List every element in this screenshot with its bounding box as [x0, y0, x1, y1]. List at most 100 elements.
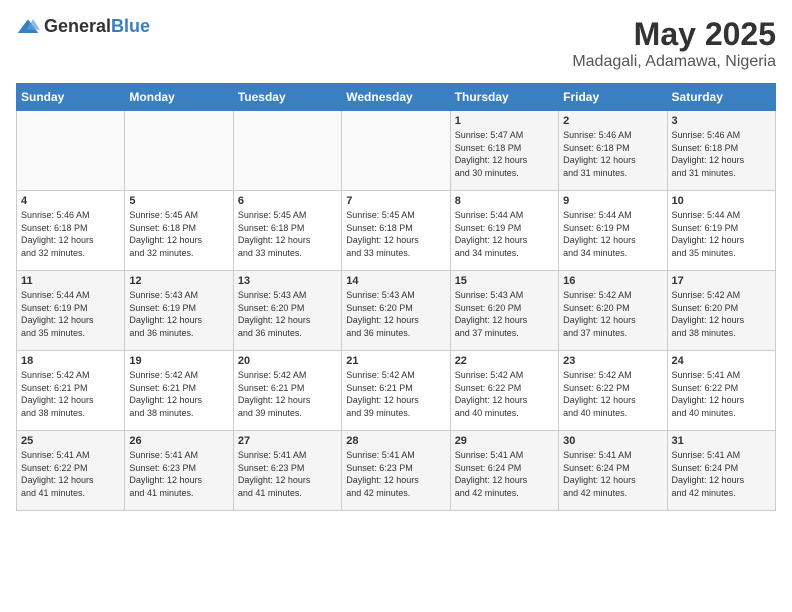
page-header: GeneralBlue May 2025 Madagali, Adamawa, … — [16, 16, 776, 71]
header-sunday: Sunday — [17, 84, 125, 111]
day-info: Sunrise: 5:45 AM Sunset: 6:18 PM Dayligh… — [129, 209, 228, 259]
day-number: 31 — [672, 435, 771, 447]
day-number: 23 — [563, 355, 662, 367]
day-number: 30 — [563, 435, 662, 447]
subtitle: Madagali, Adamawa, Nigeria — [572, 53, 776, 71]
header-wednesday: Wednesday — [342, 84, 450, 111]
day-number: 18 — [21, 355, 120, 367]
day-info: Sunrise: 5:41 AM Sunset: 6:23 PM Dayligh… — [129, 449, 228, 499]
logo-general: General — [44, 16, 111, 36]
day-info: Sunrise: 5:44 AM Sunset: 6:19 PM Dayligh… — [21, 289, 120, 339]
calendar-cell: 13 Sunrise: 5:43 AM Sunset: 6:20 PM Dayli… — [233, 271, 341, 351]
calendar-cell: 10 Sunrise: 5:44 AM Sunset: 6:19 PM Dayli… — [667, 191, 775, 271]
day-number: 3 — [672, 115, 771, 127]
day-number: 27 — [238, 435, 337, 447]
day-info: Sunrise: 5:41 AM Sunset: 6:24 PM Dayligh… — [563, 449, 662, 499]
calendar-cell: 9Sunrise: 5:44 AM Sunset: 6:19 PM Daylig… — [559, 191, 667, 271]
calendar-cell: 15Sunrise: 5:43 AM Sunset: 6:20 PM Dayli… — [450, 271, 558, 351]
day-info: Sunrise: 5:42 AM Sunset: 6:21 PM Dayligh… — [346, 369, 445, 419]
day-number: 26 — [129, 435, 228, 447]
day-info: Sunrise: 5:46 AM Sunset: 6:18 PM Dayligh… — [672, 129, 771, 179]
day-number: 8 — [455, 195, 554, 207]
day-number: 7 — [346, 195, 445, 207]
day-info: Sunrise: 5:42 AM Sunset: 6:20 PM Dayligh… — [672, 289, 771, 339]
calendar-cell: 22 Sunrise: 5:42 AM Sunset: 6:22 PM Dayli… — [450, 351, 558, 431]
calendar-cell: 31 Sunrise: 5:41 AM Sunset: 6:24 PM Dayli… — [667, 431, 775, 511]
calendar-week-2: 4 Sunrise: 5:46 AM Sunset: 6:18 PM Daylig… — [17, 191, 776, 271]
calendar-header-row: SundayMondayTuesdayWednesdayThursdayFrid… — [17, 84, 776, 111]
calendar-cell: 17 Sunrise: 5:42 AM Sunset: 6:20 PM Dayli… — [667, 271, 775, 351]
calendar-cell: 30 Sunrise: 5:41 AM Sunset: 6:24 PM Dayli… — [559, 431, 667, 511]
calendar-week-1: 1Sunrise: 5:47 AM Sunset: 6:18 PM Daylig… — [17, 111, 776, 191]
day-info: Sunrise: 5:46 AM Sunset: 6:18 PM Dayligh… — [563, 129, 662, 179]
day-number: 29 — [455, 435, 554, 447]
day-number: 22 — [455, 355, 554, 367]
calendar-cell: 1Sunrise: 5:47 AM Sunset: 6:18 PM Daylig… — [450, 111, 558, 191]
day-info: Sunrise: 5:43 AM Sunset: 6:20 PM Dayligh… — [455, 289, 554, 339]
day-info: Sunrise: 5:41 AM Sunset: 6:22 PM Dayligh… — [21, 449, 120, 499]
header-monday: Monday — [125, 84, 233, 111]
day-number: 5 — [129, 195, 228, 207]
calendar-cell: 7 Sunrise: 5:45 AM Sunset: 6:18 PM Daylig… — [342, 191, 450, 271]
calendar-cell: 6Sunrise: 5:45 AM Sunset: 6:18 PM Daylig… — [233, 191, 341, 271]
day-info: Sunrise: 5:43 AM Sunset: 6:19 PM Dayligh… — [129, 289, 228, 339]
day-info: Sunrise: 5:43 AM Sunset: 6:20 PM Dayligh… — [238, 289, 337, 339]
calendar-cell: 2 Sunrise: 5:46 AM Sunset: 6:18 PM Daylig… — [559, 111, 667, 191]
day-number: 12 — [129, 275, 228, 287]
calendar-cell — [342, 111, 450, 191]
day-info: Sunrise: 5:42 AM Sunset: 6:21 PM Dayligh… — [21, 369, 120, 419]
logo: GeneralBlue — [16, 16, 150, 37]
calendar-cell: 25Sunrise: 5:41 AM Sunset: 6:22 PM Dayli… — [17, 431, 125, 511]
calendar-week-3: 11 Sunrise: 5:44 AM Sunset: 6:19 PM Dayli… — [17, 271, 776, 351]
calendar-cell: 8 Sunrise: 5:44 AM Sunset: 6:19 PM Daylig… — [450, 191, 558, 271]
logo-blue: Blue — [111, 16, 150, 36]
title-area: May 2025 Madagali, Adamawa, Nigeria — [572, 16, 776, 71]
day-number: 13 — [238, 275, 337, 287]
day-number: 17 — [672, 275, 771, 287]
calendar-cell: 23 Sunrise: 5:42 AM Sunset: 6:22 PM Dayli… — [559, 351, 667, 431]
day-info: Sunrise: 5:45 AM Sunset: 6:18 PM Dayligh… — [346, 209, 445, 259]
calendar-cell: 18 Sunrise: 5:42 AM Sunset: 6:21 PM Dayli… — [17, 351, 125, 431]
day-info: Sunrise: 5:43 AM Sunset: 6:20 PM Dayligh… — [346, 289, 445, 339]
calendar-cell: 12 Sunrise: 5:43 AM Sunset: 6:19 PM Dayli… — [125, 271, 233, 351]
day-info: Sunrise: 5:41 AM Sunset: 6:23 PM Dayligh… — [346, 449, 445, 499]
calendar-cell: 16Sunrise: 5:42 AM Sunset: 6:20 PM Dayli… — [559, 271, 667, 351]
calendar-table: SundayMondayTuesdayWednesdayThursdayFrid… — [16, 83, 776, 511]
calendar-cell: 29 Sunrise: 5:41 AM Sunset: 6:24 PM Dayli… — [450, 431, 558, 511]
day-number: 24 — [672, 355, 771, 367]
calendar-cell: 24 Sunrise: 5:41 AM Sunset: 6:22 PM Dayli… — [667, 351, 775, 431]
day-number: 16 — [563, 275, 662, 287]
header-tuesday: Tuesday — [233, 84, 341, 111]
day-info: Sunrise: 5:41 AM Sunset: 6:22 PM Dayligh… — [672, 369, 771, 419]
header-friday: Friday — [559, 84, 667, 111]
calendar-cell — [125, 111, 233, 191]
day-number: 11 — [21, 275, 120, 287]
main-title: May 2025 — [572, 16, 776, 53]
day-info: Sunrise: 5:41 AM Sunset: 6:24 PM Dayligh… — [455, 449, 554, 499]
calendar-cell: 20Sunrise: 5:42 AM Sunset: 6:21 PM Dayli… — [233, 351, 341, 431]
day-number: 14 — [346, 275, 445, 287]
day-info: Sunrise: 5:42 AM Sunset: 6:21 PM Dayligh… — [129, 369, 228, 419]
day-info: Sunrise: 5:44 AM Sunset: 6:19 PM Dayligh… — [672, 209, 771, 259]
calendar-cell: 3 Sunrise: 5:46 AM Sunset: 6:18 PM Daylig… — [667, 111, 775, 191]
day-number: 4 — [21, 195, 120, 207]
header-thursday: Thursday — [450, 84, 558, 111]
day-number: 9 — [563, 195, 662, 207]
day-info: Sunrise: 5:46 AM Sunset: 6:18 PM Dayligh… — [21, 209, 120, 259]
day-info: Sunrise: 5:41 AM Sunset: 6:24 PM Dayligh… — [672, 449, 771, 499]
calendar-week-5: 25Sunrise: 5:41 AM Sunset: 6:22 PM Dayli… — [17, 431, 776, 511]
day-number: 2 — [563, 115, 662, 127]
day-number: 10 — [672, 195, 771, 207]
calendar-cell — [17, 111, 125, 191]
day-number: 1 — [455, 115, 554, 127]
day-info: Sunrise: 5:45 AM Sunset: 6:18 PM Dayligh… — [238, 209, 337, 259]
calendar-cell: 11 Sunrise: 5:44 AM Sunset: 6:19 PM Dayli… — [17, 271, 125, 351]
day-info: Sunrise: 5:42 AM Sunset: 6:22 PM Dayligh… — [563, 369, 662, 419]
logo-icon — [16, 17, 40, 37]
calendar-week-4: 18 Sunrise: 5:42 AM Sunset: 6:21 PM Dayli… — [17, 351, 776, 431]
day-number: 19 — [129, 355, 228, 367]
day-info: Sunrise: 5:44 AM Sunset: 6:19 PM Dayligh… — [455, 209, 554, 259]
day-info: Sunrise: 5:42 AM Sunset: 6:22 PM Dayligh… — [455, 369, 554, 419]
calendar-cell: 27Sunrise: 5:41 AM Sunset: 6:23 PM Dayli… — [233, 431, 341, 511]
calendar-cell: 21Sunrise: 5:42 AM Sunset: 6:21 PM Dayli… — [342, 351, 450, 431]
